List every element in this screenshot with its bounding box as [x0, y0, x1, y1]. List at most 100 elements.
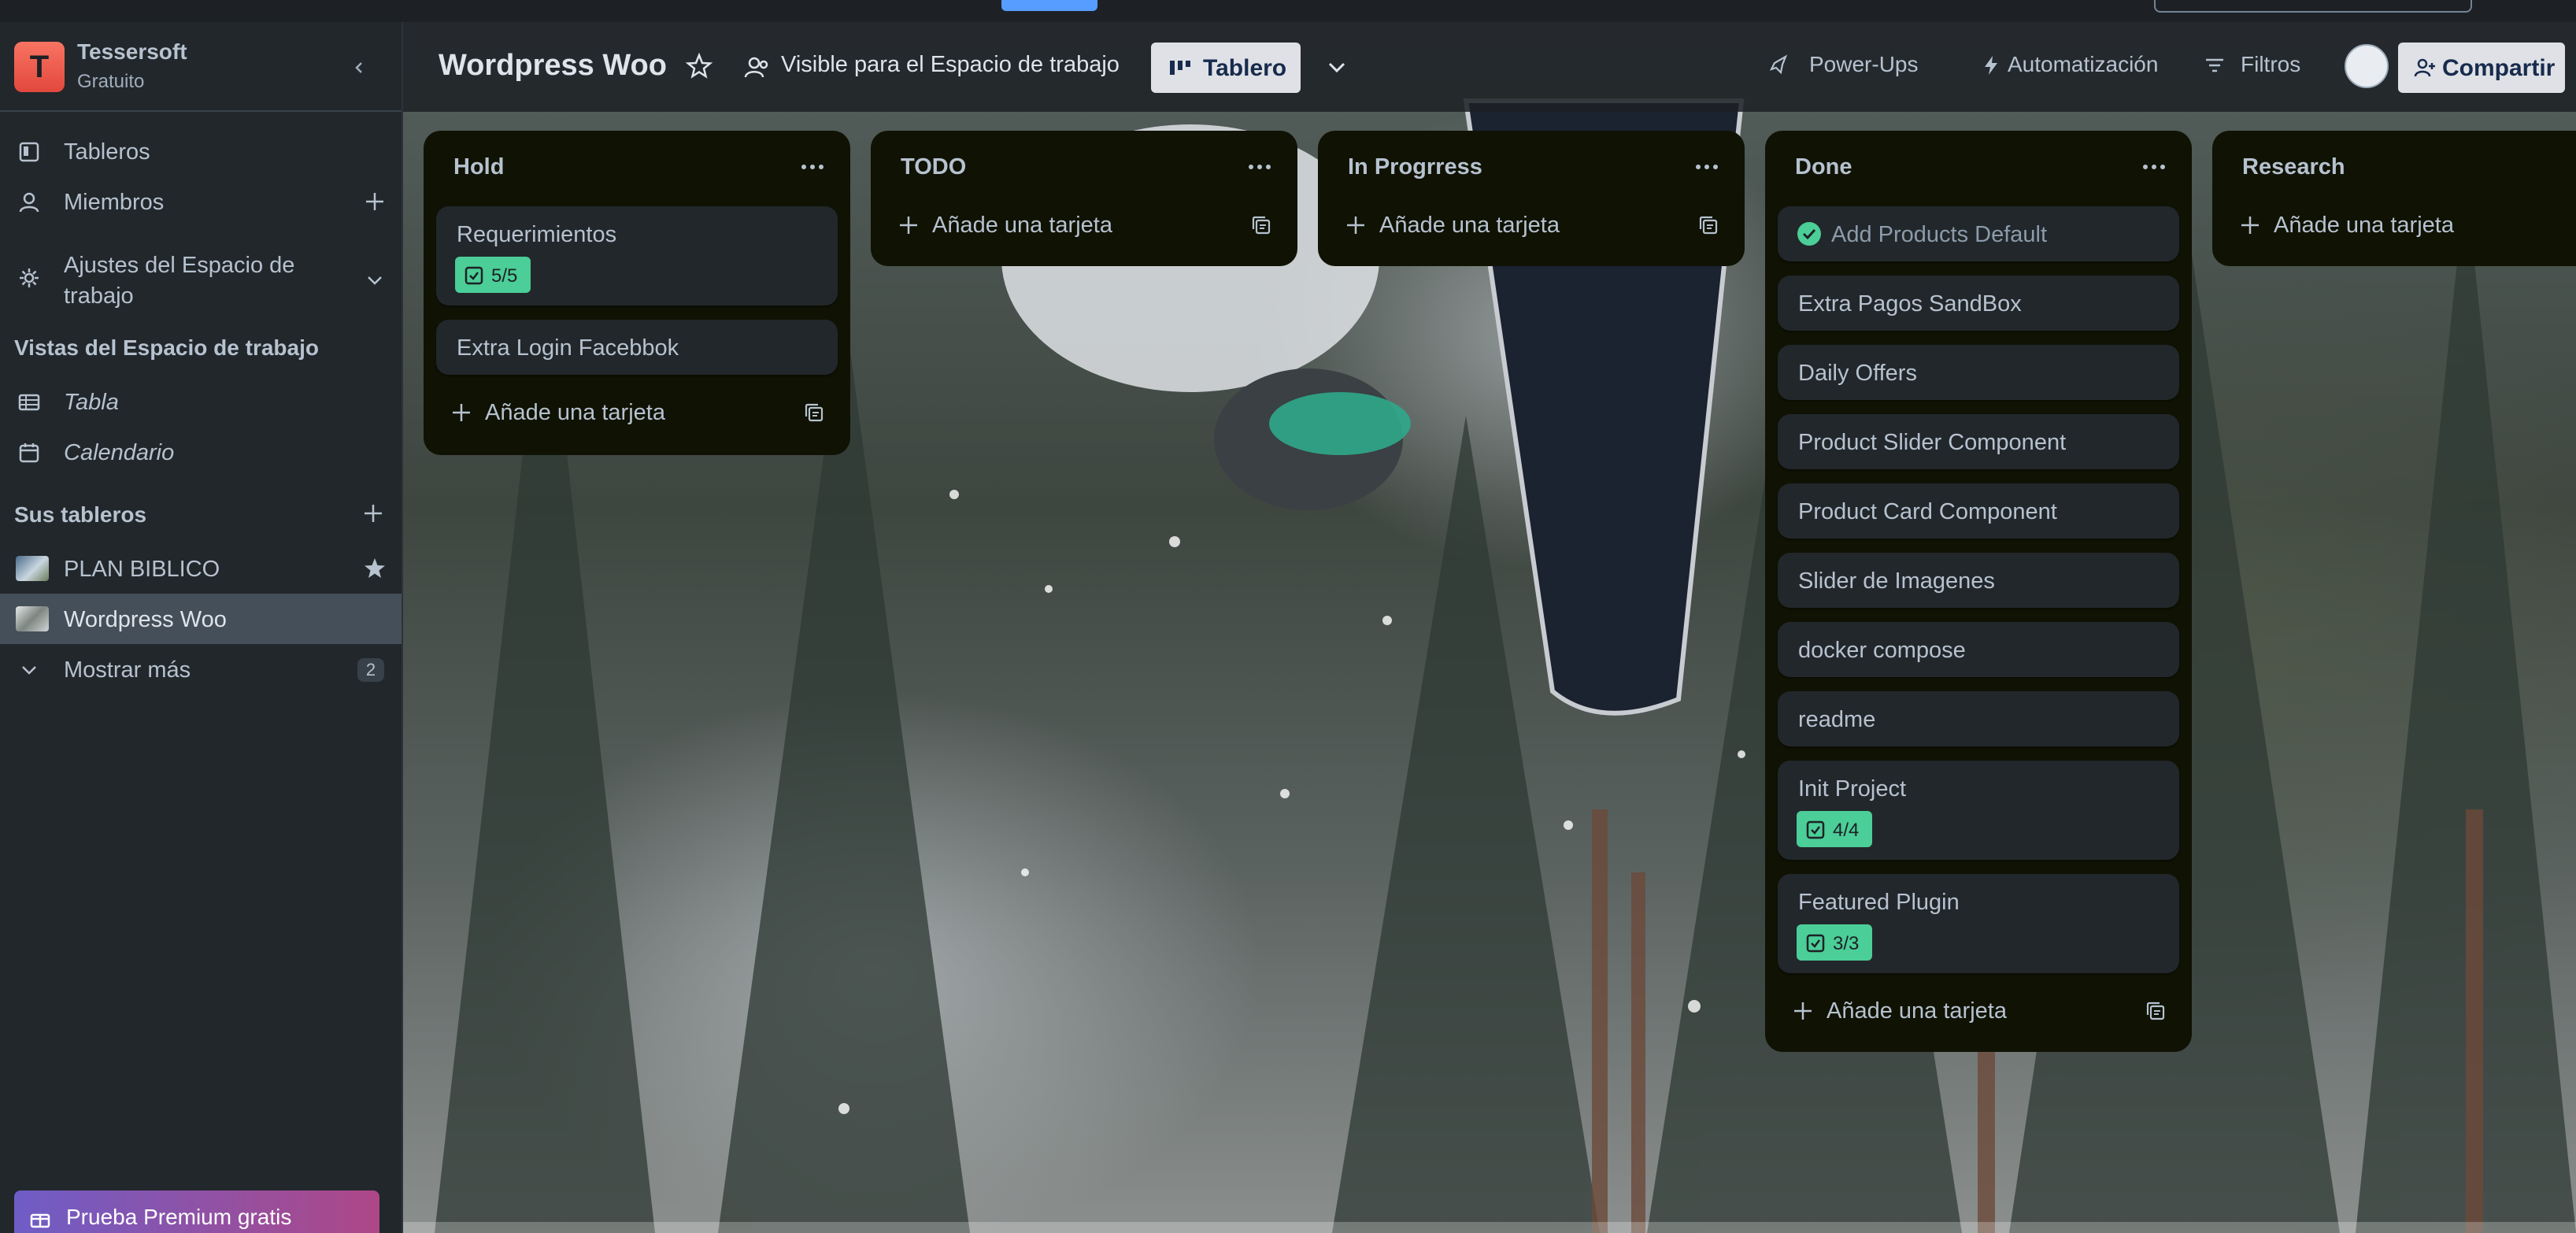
card[interactable]: Extra Pagos SandBox	[1778, 276, 2179, 331]
sidebar-show-more[interactable]: Mostrar más 2	[0, 644, 402, 694]
sidebar-board-wordpress-woo[interactable]: Wordpress Woo	[0, 594, 402, 644]
visibility-button[interactable]: Visible para el Espacio de trabajo	[781, 52, 1120, 78]
list-hold: Hold Requerimientos 5/5 Extra Login Face…	[424, 131, 850, 455]
card[interactable]: Slider de Imagenes	[1778, 553, 2179, 608]
top-search-box[interactable]	[2154, 0, 2472, 13]
list-menu-button[interactable]	[2137, 151, 2171, 183]
sidebar-item-calendar[interactable]: Calendario	[0, 427, 402, 477]
horizontal-scrollbar[interactable]	[403, 1222, 2576, 1233]
share-label: Compartir	[2442, 55, 2556, 81]
board-view-icon	[1170, 61, 1190, 75]
list-research: Research Añade una tarjeta	[2212, 131, 2576, 266]
sidebar-item-label: Calendario	[64, 440, 175, 465]
workspace-logo[interactable]: T	[14, 42, 65, 92]
power-ups-button[interactable]: Power-Ups	[1809, 52, 1918, 77]
card-title: docker compose	[1798, 638, 1966, 663]
add-card-button[interactable]: Añade una tarjeta	[1778, 986, 2179, 1036]
add-card-button[interactable]: Añade una tarjeta	[883, 200, 1285, 250]
card-title: Slider de Imagenes	[1798, 568, 1995, 594]
sidebar-item-boards[interactable]: Tableros	[0, 126, 402, 176]
add-board-icon[interactable]	[359, 499, 387, 528]
automation-button[interactable]: Automatización	[2008, 52, 2158, 77]
list-in-progress: In Progrress Añade una tarjeta	[1318, 131, 1745, 266]
sidebar-item-label: Miembros	[64, 190, 165, 215]
add-card-button[interactable]: Añade una tarjeta	[1331, 200, 1732, 250]
list-title[interactable]: Done	[1795, 154, 1852, 180]
people-icon[interactable]	[743, 54, 772, 82]
sidebar-item-members[interactable]: Miembros	[0, 176, 402, 227]
plus-icon	[2241, 217, 2259, 234]
chevron-down-icon	[22, 666, 36, 675]
card-title: Requerimientos	[457, 222, 617, 247]
sidebar-board-plan-biblico[interactable]: PLAN BIBLICO	[0, 543, 402, 594]
sidebar: T Tessersoft Gratuito Tableros Miembros …	[0, 22, 403, 1233]
boards-heading: Sus tableros	[14, 502, 147, 527]
list-title[interactable]: Research	[2242, 154, 2345, 180]
add-card-label: Añade una tarjeta	[1827, 998, 2007, 1024]
completed-check-icon[interactable]	[1797, 221, 1822, 246]
share-button[interactable]: Compartir	[2398, 43, 2565, 93]
list-title[interactable]: Hold	[453, 154, 504, 180]
card[interactable]: docker compose	[1778, 622, 2179, 677]
list-menu-button[interactable]	[795, 151, 830, 183]
card-title: Daily Offers	[1798, 361, 1917, 386]
filters-button[interactable]: Filtros	[2241, 52, 2300, 77]
chevron-left-icon	[355, 62, 362, 73]
chevron-down-icon[interactable]	[361, 266, 389, 294]
avatar[interactable]	[2345, 44, 2389, 88]
table-icon	[18, 394, 40, 411]
card-template-icon[interactable]	[803, 402, 825, 424]
add-card-button[interactable]: Añade una tarjeta	[436, 387, 838, 438]
card-template-icon[interactable]	[1697, 214, 1719, 236]
card-title: Product Slider Component	[1798, 430, 2067, 455]
list-title[interactable]: TODO	[901, 154, 966, 180]
list-title[interactable]: In Progrress	[1348, 154, 1482, 180]
card-template-icon[interactable]	[2145, 1000, 2167, 1022]
card[interactable]: Extra Login Facebbok	[436, 320, 838, 375]
card[interactable]: Daily Offers	[1778, 345, 2179, 400]
collapse-sidebar-button[interactable]	[340, 49, 378, 87]
board-title[interactable]: Wordpress Woo	[439, 49, 667, 83]
workspace-name[interactable]: Tessersoft	[77, 39, 187, 65]
star-icon[interactable]	[361, 554, 389, 583]
more-views-button[interactable]	[1315, 46, 1359, 90]
view-switcher-board[interactable]: Tablero	[1151, 43, 1301, 93]
card[interactable]: Init Project 4/4	[1778, 761, 2179, 860]
add-member-icon[interactable]	[361, 187, 389, 216]
add-card-label: Añade una tarjeta	[485, 400, 665, 425]
card[interactable]: Product Slider Component	[1778, 414, 2179, 469]
card[interactable]: readme	[1778, 691, 2179, 746]
card[interactable]: Product Card Component	[1778, 483, 2179, 539]
plus-icon	[900, 217, 917, 234]
card[interactable]: Add Products Default	[1778, 206, 2179, 261]
plus-icon	[453, 404, 470, 421]
sidebar-board-label: PLAN BIBLICO	[64, 557, 220, 582]
board-thumbnail	[16, 606, 49, 631]
card[interactable]: Featured Plugin 3/3	[1778, 874, 2179, 973]
chevron-down-icon	[1328, 62, 1345, 73]
checklist-badge: 4/4	[1797, 811, 1872, 847]
board-header: Wordpress Woo Visible para el Espacio de…	[403, 22, 2576, 112]
view-label: Tablero	[1203, 55, 1287, 81]
card-title: Extra Login Facebbok	[457, 335, 679, 361]
checkbox-icon	[1806, 934, 1825, 953]
list-menu-button[interactable]	[1242, 151, 1277, 183]
top-app-bar	[0, 0, 2576, 22]
more-icon	[2143, 165, 2165, 169]
checkbox-icon	[1806, 820, 1825, 839]
plus-icon	[1794, 1002, 1812, 1020]
sidebar-item-label: Tableros	[64, 139, 150, 165]
star-board-icon[interactable]	[685, 52, 713, 80]
card[interactable]: Requerimientos 5/5	[436, 206, 838, 305]
filter-icon	[2206, 58, 2223, 72]
sidebar-item-label: Tabla	[64, 390, 119, 415]
calendar-icon	[19, 443, 39, 463]
list-menu-button[interactable]	[1690, 151, 1724, 183]
gift-icon	[30, 1213, 50, 1228]
add-card-button[interactable]: Añade una tarjeta	[2225, 200, 2571, 250]
board-thumbnail	[16, 556, 49, 581]
sidebar-item-table[interactable]: Tabla	[0, 376, 402, 427]
sidebar-item-workspace-settings[interactable]: Ajustes del Espacio de trabajo	[0, 244, 402, 317]
card-template-icon[interactable]	[1250, 214, 1272, 236]
premium-trial-button[interactable]: Prueba Premium gratis	[14, 1190, 379, 1233]
